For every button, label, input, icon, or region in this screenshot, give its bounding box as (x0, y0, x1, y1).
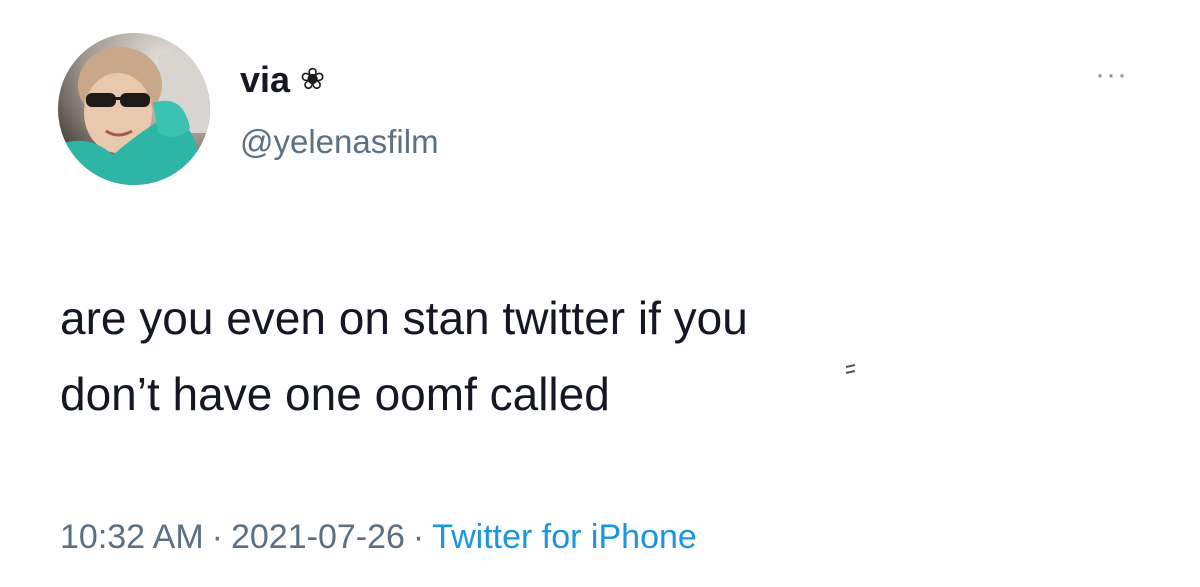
tweet-time[interactable]: 10:32 AM (60, 518, 204, 556)
meta-separator: · (412, 518, 425, 556)
tweet-card: via ❀ @yelenasfilm ··· are you even on s… (0, 0, 1200, 587)
tweet-text-line-2: don’t have one oomf called (60, 368, 610, 420)
display-name[interactable]: via (240, 62, 290, 98)
meta-separator: · (211, 518, 223, 556)
avatar[interactable] (58, 33, 210, 185)
tweet-text: are you even on stan twitter if you don’… (60, 280, 1160, 432)
more-options-icon[interactable]: ··· (1095, 60, 1128, 90)
flower-icon: ❀ (300, 62, 326, 97)
emoji-placeholder-mark (845, 364, 856, 374)
user-handle[interactable]: @yelenasfilm (240, 125, 439, 158)
tweet-text-line-1: are you even on stan twitter if you (60, 292, 748, 344)
tweet-source-link[interactable]: Twitter for iPhone (432, 518, 697, 556)
avatar-image (58, 33, 210, 185)
user-name-row[interactable]: via ❀ (240, 62, 325, 98)
tweet-date[interactable]: 2021-07-26 (231, 518, 405, 556)
tweet-meta: 10:32 AM · 2021-07-26 · Twitter for iPhone (60, 520, 697, 554)
